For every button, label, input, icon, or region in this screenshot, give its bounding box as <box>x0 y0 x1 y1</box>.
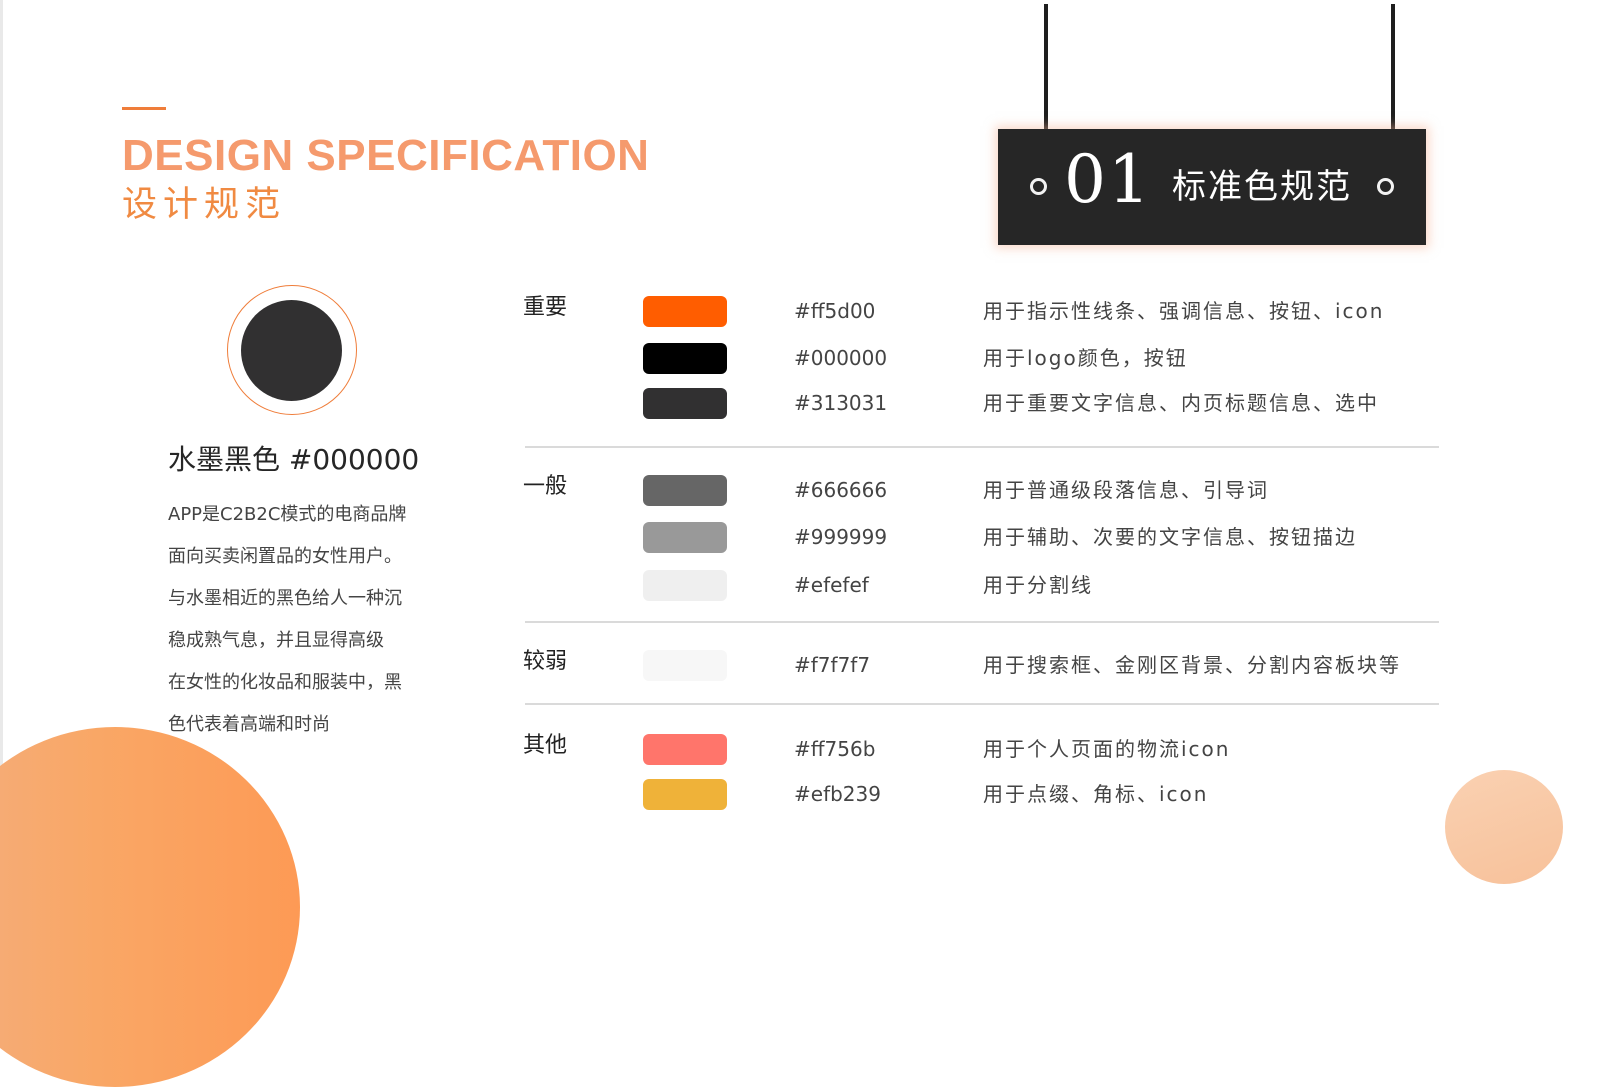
hex-code: #efb239 <box>794 782 881 806</box>
section-number: 01 <box>1064 141 1152 218</box>
color-swatch <box>643 522 727 553</box>
color-preview-title: 水墨黑色 #000000 <box>168 443 420 476</box>
color-usage: 用于点缀、角标、icon <box>983 782 1209 806</box>
color-swatch <box>643 343 727 374</box>
section-title: 标准色规范 <box>1172 167 1352 207</box>
color-row: #999999 用于辅助、次要的文字信息、按钮描边 <box>0 522 1606 554</box>
title-english: DESIGN SPECIFICATION <box>122 131 650 180</box>
group-divider <box>525 621 1439 623</box>
hex-code: #efefef <box>794 573 869 597</box>
color-row: #efb239 用于点缀、角标、icon <box>0 779 1606 811</box>
color-usage: 用于普通级段落信息、引导词 <box>983 478 1269 502</box>
sign-rope-left <box>1044 4 1048 131</box>
color-swatch <box>643 475 727 506</box>
group-divider <box>525 446 1439 448</box>
color-swatch <box>643 650 727 681</box>
color-usage: 用于重要文字信息、内页标题信息、选中 <box>983 391 1379 415</box>
color-row: #000000 用于logo颜色，按钮 <box>0 343 1606 375</box>
sign-hole-icon <box>1030 178 1047 195</box>
hex-code: #666666 <box>794 478 888 502</box>
sign-hole-icon <box>1377 178 1394 195</box>
title-accent-line <box>122 107 166 110</box>
color-usage: 用于辅助、次要的文字信息、按钮描边 <box>983 525 1357 549</box>
color-swatch <box>643 570 727 601</box>
hex-code: #999999 <box>794 525 888 549</box>
color-swatch <box>643 296 727 327</box>
color-swatch <box>643 779 727 810</box>
hex-code: #ff756b <box>794 737 876 761</box>
color-swatch <box>643 734 727 765</box>
color-usage: 用于搜索框、金刚区背景、分割内容板块等 <box>983 653 1401 677</box>
hex-code: #ff5d00 <box>794 299 876 323</box>
color-usage: 用于个人页面的物流icon <box>983 737 1231 761</box>
color-row: #f7f7f7 用于搜索框、金刚区背景、分割内容板块等 <box>0 650 1606 682</box>
color-row: #ff756b 用于个人页面的物流icon <box>0 734 1606 766</box>
group-divider <box>525 703 1439 705</box>
hex-code: #313031 <box>794 391 888 415</box>
hex-code: #f7f7f7 <box>794 653 871 677</box>
color-usage: 用于logo颜色，按钮 <box>983 346 1188 370</box>
sign-rope-right <box>1391 4 1395 131</box>
color-usage: 用于分割线 <box>983 573 1093 597</box>
hex-code: #000000 <box>794 346 888 370</box>
color-usage: 用于指示性线条、强调信息、按钮、icon <box>983 299 1385 323</box>
color-row: #ff5d00 用于指示性线条、强调信息、按钮、icon <box>0 296 1606 328</box>
color-row: #313031 用于重要文字信息、内页标题信息、选中 <box>0 388 1606 420</box>
color-row: #efefef 用于分割线 <box>0 570 1606 602</box>
color-swatch <box>643 388 727 419</box>
color-row: #666666 用于普通级段落信息、引导词 <box>0 475 1606 507</box>
section-sign: 01 标准色规范 <box>998 129 1426 245</box>
title-chinese: 设计规范 <box>122 185 287 225</box>
